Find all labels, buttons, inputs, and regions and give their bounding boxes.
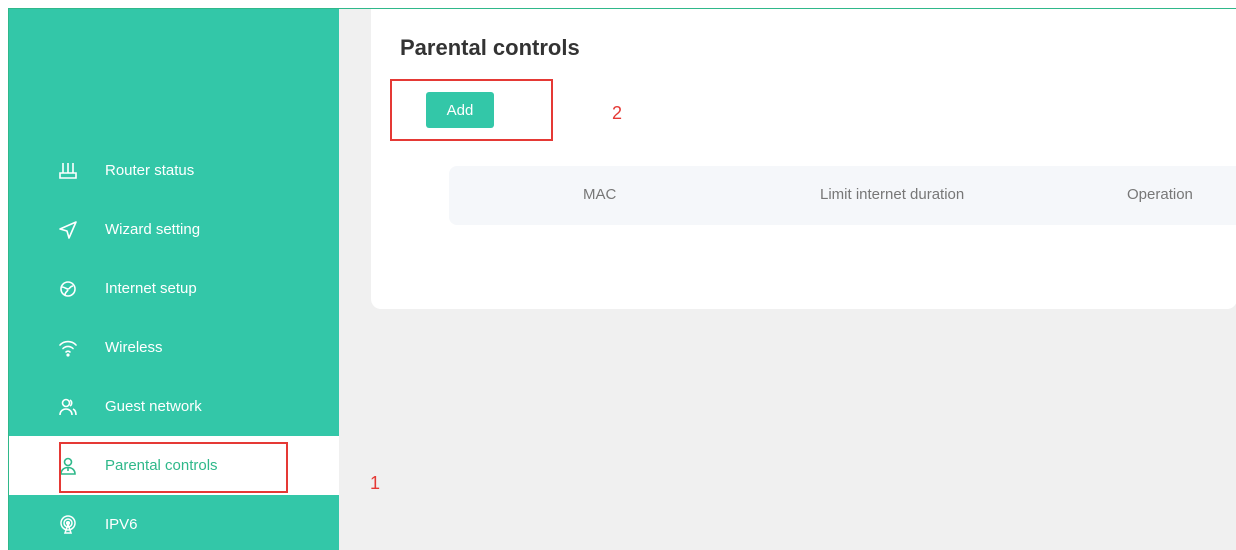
sidebar-item-internet-setup[interactable]: Internet setup <box>9 259 339 318</box>
sidebar-item-label: Guest network <box>105 398 202 415</box>
annotation-marker-1: 1 <box>370 473 381 493</box>
annotation-box-parental-controls <box>59 442 288 493</box>
sidebar-item-label: Internet setup <box>105 280 197 297</box>
sidebar-item-label: Wireless <box>105 339 163 356</box>
sidebar-item-label: IPV6 <box>105 516 138 533</box>
globe-icon <box>57 278 79 300</box>
column-header-mac: MAC <box>583 186 617 203</box>
sidebar-item-router-status[interactable]: Router status <box>9 141 339 200</box>
send-icon <box>57 219 79 241</box>
wifi-icon <box>57 337 79 359</box>
column-header-limit-duration: Limit internet duration <box>820 186 965 203</box>
broadcast-icon <box>57 514 79 536</box>
main-panel: Parental controls Add MAC Limit internet… <box>371 9 1236 309</box>
table-header: MAC Limit internet duration Operation <box>449 166 1236 225</box>
sidebar-item-label: Wizard setting <box>105 221 201 238</box>
sidebar-item-ipv6[interactable]: IPV6 <box>9 495 339 550</box>
router-icon <box>57 160 79 182</box>
column-header-operation: Operation <box>1127 186 1193 203</box>
sidebar-item-wizard-setting[interactable]: Wizard setting <box>9 200 339 259</box>
annotation-box-add <box>390 79 553 141</box>
page-title: Parental controls <box>400 35 580 60</box>
sidebar-item-wireless[interactable]: Wireless <box>9 318 339 377</box>
sidebar-item-guest-network[interactable]: Guest network <box>9 377 339 436</box>
annotation-marker-2: 2 <box>612 103 623 123</box>
sidebar-item-label: Router status <box>105 162 195 179</box>
users-icon <box>57 396 79 418</box>
